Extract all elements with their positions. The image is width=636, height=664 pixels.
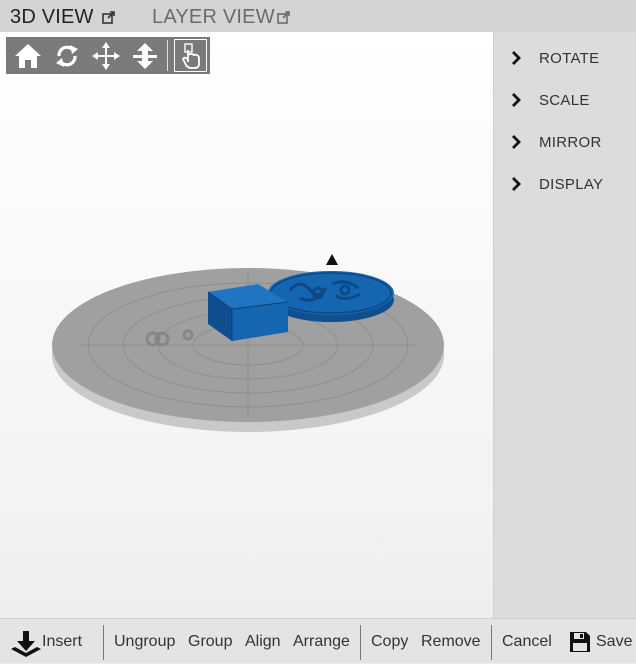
panel-item-mirror[interactable]: MIRROR: [494, 127, 636, 157]
chevron-right-icon: [512, 93, 521, 107]
panel-item-rotate[interactable]: ROTATE: [494, 43, 636, 73]
rotate-button[interactable]: [51, 40, 83, 71]
arrange-label: Arrange: [293, 632, 350, 650]
viewport-toolbar: [6, 37, 210, 74]
cancel-label: Cancel: [502, 632, 552, 650]
toolbar-divider: [167, 40, 168, 71]
ungroup-button[interactable]: Ungroup: [114, 619, 175, 664]
insert-label: Insert: [42, 632, 83, 650]
lay-flat-button[interactable]: [129, 40, 161, 71]
tab-layer-view-label: LAYER VIEW: [152, 5, 275, 28]
action-divider: [360, 625, 361, 660]
3d-scene[interactable]: [0, 32, 494, 618]
selection-marker-icon: [326, 254, 338, 265]
view-tabs: 3D VIEW LAYER VIEW: [0, 0, 636, 32]
home-icon: [15, 43, 41, 68]
align-label: Align: [245, 632, 281, 650]
select-hand-icon: [181, 42, 200, 69]
tab-3d-view-label: 3D VIEW: [10, 5, 94, 28]
remove-label: Remove: [421, 632, 481, 650]
panel-item-label: SCALE: [539, 91, 590, 109]
action-divider: [491, 625, 492, 660]
move-icon: [92, 41, 120, 70]
copy-button[interactable]: Copy: [371, 619, 408, 664]
panel-item-display[interactable]: DISPLAY: [494, 169, 636, 199]
home-button[interactable]: [12, 40, 44, 71]
move-button[interactable]: [90, 40, 122, 71]
arrange-button[interactable]: Arrange: [293, 619, 350, 664]
action-divider: [103, 625, 104, 660]
chevron-right-icon: [512, 51, 521, 65]
group-label: Group: [188, 632, 233, 650]
floppy-disk-icon: [570, 631, 590, 652]
action-bar: Insert Ungroup Group Align Arrange Copy …: [0, 618, 636, 663]
remove-button[interactable]: Remove: [421, 619, 481, 664]
insert-button[interactable]: Insert: [10, 619, 82, 664]
ungroup-label: Ungroup: [114, 632, 176, 650]
save-label: Save: [596, 632, 633, 650]
tab-layer-view[interactable]: LAYER VIEW: [152, 4, 291, 30]
align-button[interactable]: Align: [245, 619, 281, 664]
rotate-icon: [56, 44, 78, 67]
select-tool[interactable]: [175, 40, 207, 71]
popout-icon[interactable]: [276, 10, 291, 24]
popout-icon[interactable]: [101, 10, 116, 24]
transform-panel: ROTATE SCALE MIRROR DISPLAY: [494, 32, 636, 618]
save-button[interactable]: Save: [569, 619, 632, 664]
insert-icon: [11, 630, 41, 657]
panel-item-label: DISPLAY: [539, 175, 604, 193]
chevron-right-icon: [512, 135, 521, 149]
tab-3d-view[interactable]: 3D VIEW: [10, 4, 116, 30]
cancel-button[interactable]: Cancel: [502, 619, 552, 664]
panel-item-label: ROTATE: [539, 49, 600, 67]
copy-label: Copy: [371, 632, 409, 650]
chevron-right-icon: [512, 177, 521, 191]
panel-item-label: MIRROR: [539, 133, 602, 151]
panel-item-scale[interactable]: SCALE: [494, 85, 636, 115]
lay-flat-icon: [133, 42, 157, 69]
group-button[interactable]: Group: [188, 619, 232, 664]
